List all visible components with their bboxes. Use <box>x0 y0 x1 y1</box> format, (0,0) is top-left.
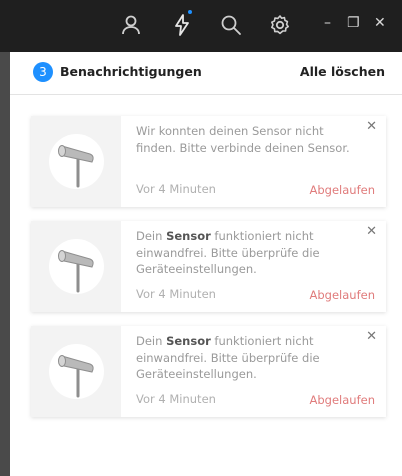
notifications-header: 3 Benachrichtigungen Alle löschen <box>10 52 402 95</box>
notification-list: Wir konnten deinen Sensor nicht finden. … <box>10 95 402 476</box>
notification-message: Dein Sensor funktioniert nicht einwandfr… <box>136 334 320 381</box>
search-icon[interactable] <box>219 13 243 37</box>
user-icon[interactable] <box>119 13 143 37</box>
notification-status: Abgelaufen <box>309 288 376 302</box>
sensor-icon <box>58 145 94 188</box>
notification-card[interactable]: Wir konnten deinen Sensor nicht finden. … <box>31 116 386 207</box>
clear-all-button[interactable]: Alle löschen <box>300 64 385 79</box>
sensor-thumbnail <box>31 326 121 417</box>
new-notification-dot <box>188 10 192 14</box>
title-bar: – ❐ ✕ <box>0 0 402 52</box>
gear-icon[interactable] <box>268 13 292 37</box>
notification-time: Vor 4 Minuten <box>136 392 216 406</box>
lightning-icon[interactable] <box>170 13 194 37</box>
sensor-icon <box>58 250 94 293</box>
dismiss-notification-button[interactable]: ✕ <box>366 225 377 239</box>
header-title: Benachrichtigungen <box>60 64 202 79</box>
notification-status: Abgelaufen <box>309 183 376 197</box>
notification-message: Dein Sensor funktioniert nicht einwandfr… <box>136 229 320 276</box>
notification-time: Vor 4 Minuten <box>136 182 216 196</box>
sensor-thumbnail <box>31 116 121 207</box>
dismiss-notification-button[interactable]: ✕ <box>366 120 377 134</box>
close-window-button[interactable]: ✕ <box>374 14 386 32</box>
notification-message: Wir konnten deinen Sensor nicht finden. … <box>136 124 350 155</box>
notification-card[interactable]: Dein Sensor funktioniert nicht einwandfr… <box>31 221 386 312</box>
notification-count-badge: 3 <box>33 62 53 82</box>
notification-time: Vor 4 Minuten <box>136 287 216 301</box>
dismiss-notification-button[interactable]: ✕ <box>366 330 377 344</box>
sensor-thumbnail <box>31 221 121 312</box>
sensor-icon <box>58 355 94 398</box>
notification-card[interactable]: Dein Sensor funktioniert nicht einwandfr… <box>31 326 386 417</box>
notification-status: Abgelaufen <box>309 393 376 407</box>
minimize-button[interactable]: – <box>324 14 331 32</box>
side-strip <box>0 52 10 476</box>
restore-button[interactable]: ❐ <box>347 14 360 32</box>
